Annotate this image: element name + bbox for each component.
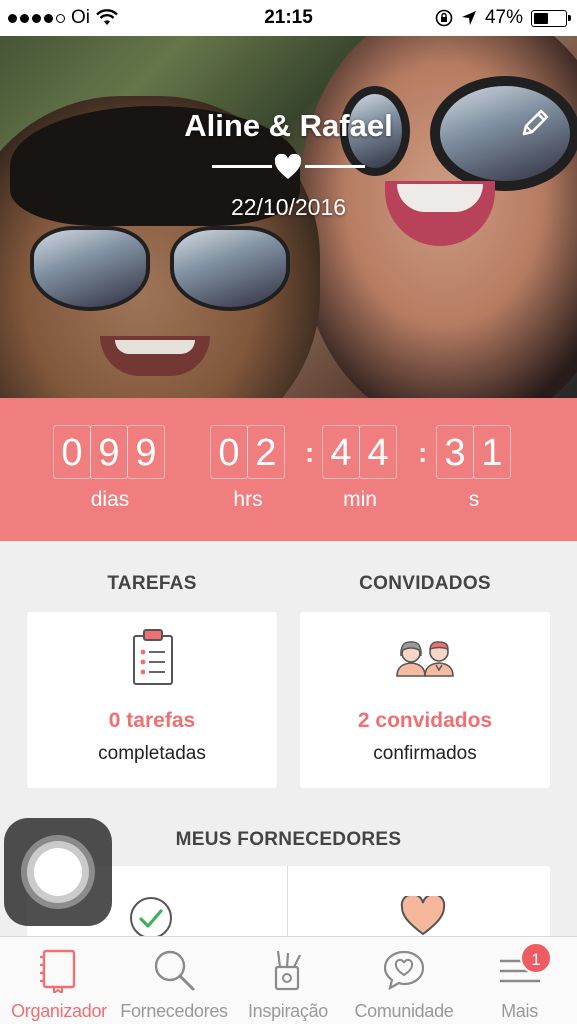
guests-title: CONVIDADOS [359,573,491,594]
divider-line-left [212,165,272,168]
tasks-title: TAREFAS [107,573,197,594]
countdown-seconds: 3 1 [436,425,511,479]
battery-percent: 47% [484,7,523,28]
countdown-digit: 4 [322,425,360,479]
tab-inspiracao[interactable]: Inspiração [230,937,346,1024]
battery-icon [531,9,571,27]
countdown-hours: 0 2 [210,425,285,479]
tab-label: Comunidade [354,1001,454,1021]
countdown-digit: 1 [473,425,511,479]
tasks-card[interactable]: 0 tarefas completadas [27,612,277,788]
tab-label: Mais [501,1001,538,1021]
tab-label: Inspiração [247,1001,329,1021]
assistive-touch-button[interactable] [4,818,112,926]
tab-fornecedores[interactable]: Fornecedores [118,937,230,1024]
tab-label: Organizador [11,1001,107,1021]
countdown-seconds-label: s [468,488,480,511]
tab-label: Fornecedores [120,1001,228,1021]
location-arrow-icon [461,11,476,25]
countdown-digit: 9 [127,425,165,479]
countdown-separator: : [305,437,315,468]
countdown-digit: 2 [247,425,285,479]
craft-tools-icon [274,950,301,991]
notification-badge: 1 [520,942,552,974]
guests-subtitle: confirmados [373,743,477,764]
countdown-days-label: dias [90,488,130,511]
tasks-subtitle: completadas [98,743,206,764]
tab-comunidade[interactable]: Comunidade [346,937,462,1024]
status-bar-right: 47% [435,7,571,29]
countdown-digit: 0 [210,425,248,479]
countdown-digit: 3 [436,425,474,479]
countdown-minutes: 4 4 [322,425,397,479]
tasks-count: 0 tarefas [108,709,196,732]
wedding-countdown: 0 9 9 0 2 : 4 4 : 3 1 dias hrs min s [0,398,577,541]
check-circle-icon [130,897,172,939]
guests-count: 2 convidados [357,709,493,732]
countdown-separator: : [418,437,428,468]
couple-name: Aline & Rafael [184,108,393,143]
tab-organizador[interactable]: Organizador [0,937,118,1024]
clipboard-checklist-icon [133,629,173,685]
pencil-icon[interactable] [518,106,552,140]
countdown-minutes-label: min [343,488,377,511]
guests-card[interactable]: 2 convidados confirmados [300,612,550,788]
divider-line-right [305,165,365,168]
heart-icon [274,154,302,179]
wedding-date: 22/10/2016 [230,194,347,220]
countdown-days: 0 9 9 [53,425,165,479]
suppliers-divider [287,866,288,946]
chat-heart-icon [383,950,425,991]
tab-bar: Organizador Fornecedores Inspiração Comu… [0,936,577,1024]
heart-icon [400,896,446,936]
couple-photo: Aline & Rafael 22/10/2016 [0,36,577,398]
countdown-digit: 0 [53,425,91,479]
couple-icon [396,641,454,677]
countdown-digit: 4 [359,425,397,479]
tab-mais[interactable]: Mais [462,937,577,1024]
status-bar: Oi 21:15 47% [0,0,577,36]
search-icon [154,950,195,991]
countdown-hours-label: hrs [233,488,263,511]
notebook-icon [40,949,76,993]
rotation-lock-icon [435,9,453,27]
countdown-digit: 9 [90,425,128,479]
